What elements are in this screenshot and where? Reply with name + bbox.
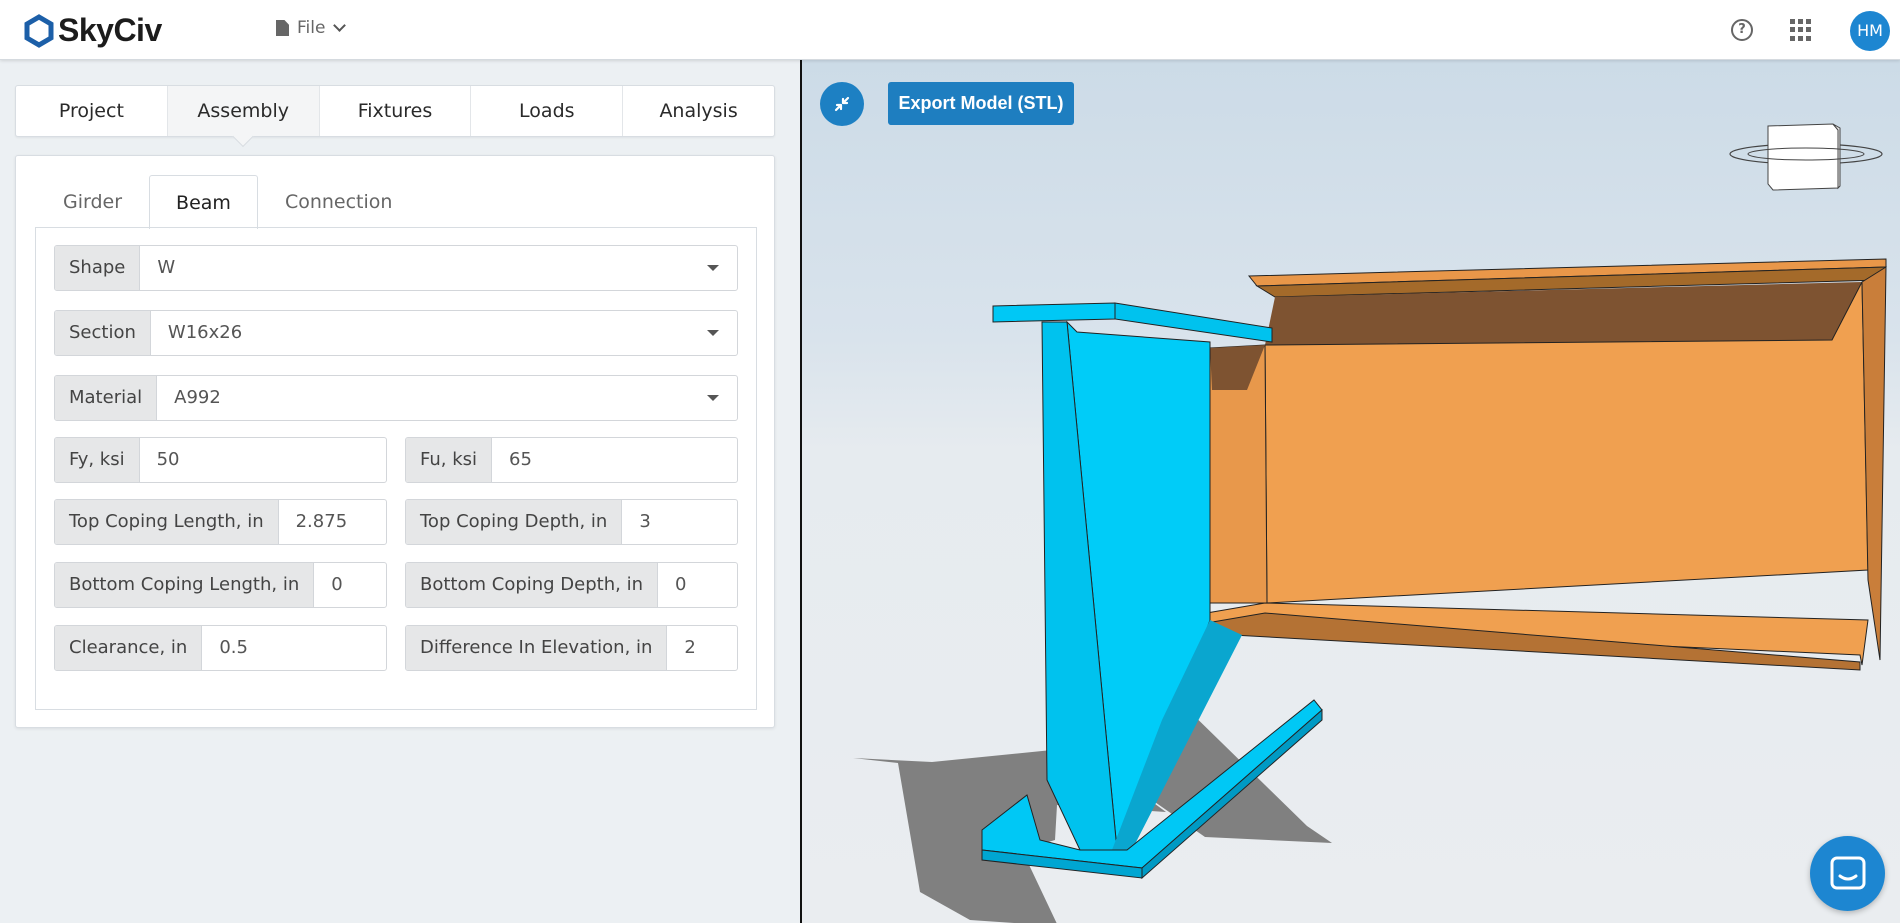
beam-right-edge [1861,266,1887,661]
model-viewport[interactable]: Export Model (STL) [802,60,1900,923]
top-coping-depth-field[interactable]: Top Coping Depth, in 3 [405,499,738,545]
top-coping-length-value[interactable]: 2.875 [279,500,386,544]
beam-form: Shape W Section W16x26 Material A992 Fy,… [35,227,757,710]
bottom-coping-length-field[interactable]: Bottom Coping Length, in 0 [54,562,387,608]
top-coping-length-field[interactable]: Top Coping Length, in 2.875 [54,499,387,545]
fy-label: Fy, ksi [55,438,140,482]
collapse-arrows-icon [834,96,850,112]
main-tabs: Project Assembly Fixtures Loads Analysis [15,85,775,137]
fy-value[interactable]: 50 [140,438,386,482]
file-icon [276,20,289,36]
clearance-value[interactable]: 0.5 [202,626,386,670]
apps-grid-icon[interactable] [1790,19,1812,41]
caret-down-icon [707,330,719,336]
export-model-stl-button[interactable]: Export Model (STL) [888,82,1074,125]
tab-analysis[interactable]: Analysis [623,86,774,136]
bottom-coping-depth-value[interactable]: 0 [658,563,737,607]
top-coping-depth-label: Top Coping Depth, in [406,500,623,544]
material-label: Material [55,376,158,420]
material-value: A992 [174,387,221,408]
top-coping-depth-value[interactable]: 3 [622,500,737,544]
fy-field[interactable]: Fy, ksi 50 [54,437,387,483]
difference-in-elevation-label: Difference In Elevation, in [406,626,668,670]
chat-icon [1830,856,1865,889]
shape-value: W [157,257,176,278]
fu-field[interactable]: Fu, ksi 65 [405,437,738,483]
section-select[interactable]: Section W16x26 [54,310,738,356]
bottom-coping-length-label: Bottom Coping Length, in [55,563,315,607]
bottom-coping-length-value[interactable]: 0 [314,563,386,607]
section-label: Section [55,311,151,355]
app-name: SkyCiv [58,12,162,48]
skyciv-logo-icon [24,13,54,48]
difference-in-elevation-field[interactable]: Difference In Elevation, in 2 [405,625,738,671]
bottom-coping-depth-label: Bottom Coping Depth, in [406,563,658,607]
file-menu[interactable]: File [276,18,347,38]
chat-support-button[interactable] [1810,836,1885,911]
shape-select[interactable]: Shape W [54,245,738,291]
top-coping-length-label: Top Coping Length, in [55,500,279,544]
tab-assembly[interactable]: Assembly [167,86,320,136]
clearance-field[interactable]: Clearance, in 0.5 [54,625,387,671]
fu-value[interactable]: 65 [492,438,737,482]
shape-label: Shape [55,246,141,290]
tab-project[interactable]: Project [16,86,168,136]
subtab-connection[interactable]: Connection [258,174,420,228]
caret-down-icon [707,265,719,271]
navigation-cube[interactable] [1728,118,1890,208]
fu-label: Fu, ksi [406,438,493,482]
section-value: W16x26 [167,322,243,343]
bottom-coping-depth-field[interactable]: Bottom Coping Depth, in 0 [405,562,738,608]
help-icon[interactable]: ? [1731,19,1753,41]
subtab-girder[interactable]: Girder [36,174,149,228]
user-avatar[interactable]: HM [1850,11,1890,51]
material-select[interactable]: Material A992 [54,375,738,421]
tab-loads[interactable]: Loads [471,86,624,136]
caret-down-icon [707,395,719,401]
skyciv-logo[interactable]: SkyCiv [22,12,162,49]
tab-fixtures[interactable]: Fixtures [320,86,472,136]
clearance-label: Clearance, in [55,626,203,670]
chevron-down-icon [333,19,347,32]
assembly-card: Girder Beam Connection Shape W Section W… [15,155,775,728]
subtab-beam[interactable]: Beam [149,175,258,229]
girder-top-flange [992,302,1116,323]
sub-tabs: Girder Beam Connection [36,174,420,229]
top-bar: SkyCiv File ? HM [0,0,1900,60]
file-menu-label: File [297,18,326,38]
difference-in-elevation-value[interactable]: 2 [667,626,737,670]
collapse-panel-button[interactable] [820,82,864,126]
